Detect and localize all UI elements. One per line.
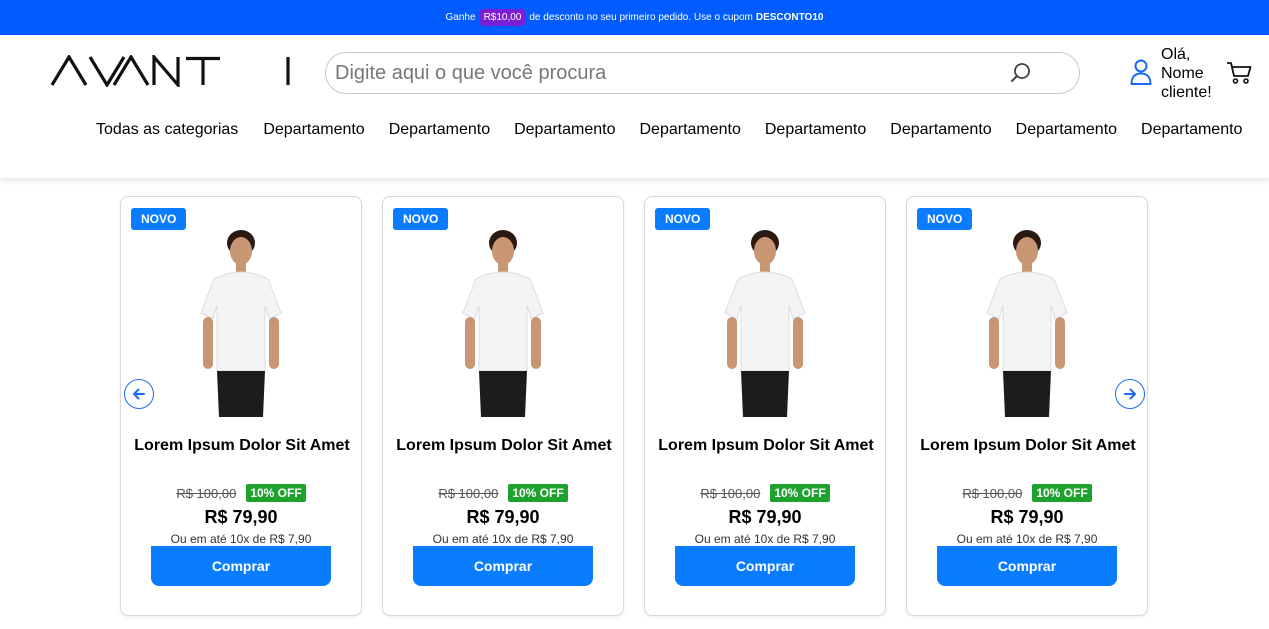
installments-text: Ou em até 10x de R$ 7,90 xyxy=(170,532,312,546)
promo-coupon: DESCONTO10 xyxy=(755,12,824,23)
carousel-next-button[interactable] xyxy=(1115,379,1145,409)
user-greeting: Olá, Nome cliente! xyxy=(1161,46,1212,101)
product-card[interactable]: NOVO Lorem Ipsum Dolor Sit Amet R$ 100,0… xyxy=(644,196,886,616)
current-price: R$ 79,90 xyxy=(204,507,278,527)
search-input[interactable] xyxy=(335,61,995,85)
product-title[interactable]: Lorem Ipsum Dolor Sit Amet xyxy=(393,437,615,455)
nav-item-department[interactable]: Departamento xyxy=(1129,121,1254,139)
price-row: R$ 100,00 10% OFF xyxy=(121,484,361,502)
installments-text: Ou em até 10x de R$ 7,90 xyxy=(956,532,1098,546)
buy-button[interactable]: Comprar xyxy=(937,546,1117,586)
nav-item-all-categories[interactable]: Todas as categorias xyxy=(84,121,251,139)
product-card[interactable]: NOVO Lorem Ipsum Dolor Sit Amet R$ 100,0… xyxy=(120,196,362,616)
carousel-prev-button[interactable] xyxy=(124,379,154,409)
discount-badge: 10% OFF xyxy=(770,484,830,502)
new-badge: NOVO xyxy=(393,208,449,230)
new-badge: NOVO xyxy=(655,208,711,230)
old-price: R$ 100,00 xyxy=(962,485,1023,501)
price-row: R$ 100,00 10% OFF xyxy=(907,484,1147,502)
nav-item-department[interactable]: Departamento xyxy=(502,121,627,139)
promo-bar: Ganhe R$10,00 de desconto no seu primeir… xyxy=(0,0,1269,35)
old-price: R$ 100,00 xyxy=(700,485,761,501)
search-bar xyxy=(325,52,1080,94)
arrow-left-icon xyxy=(133,388,145,400)
buy-button[interactable]: Comprar xyxy=(151,546,331,586)
user-icon xyxy=(1130,59,1152,85)
installments-text: Ou em até 10x de R$ 7,90 xyxy=(694,532,836,546)
new-badge: NOVO xyxy=(131,208,187,230)
old-price: R$ 100,00 xyxy=(438,485,499,501)
nav-item-department[interactable]: Departamento xyxy=(753,121,878,139)
product-card[interactable]: NOVO Lorem Ipsum Dolor Sit Amet R$ 100,0… xyxy=(906,196,1148,616)
current-price: R$ 79,90 xyxy=(990,507,1064,527)
user-account[interactable]: Olá, Nome cliente! xyxy=(1130,45,1221,102)
nav-item-department[interactable]: Departamento xyxy=(627,121,752,139)
product-image[interactable] xyxy=(715,221,815,417)
buy-button[interactable]: Comprar xyxy=(413,546,593,586)
nav-item-department[interactable]: Departamento xyxy=(251,121,376,139)
new-badge: NOVO xyxy=(917,208,973,230)
discount-badge: 10% OFF xyxy=(1032,484,1092,502)
department-nav: Todas as categorias Departamento Departa… xyxy=(84,121,1254,139)
product-carousel: ; NOVO Lorem Ipsum Dolor Sit Amet R$ 100… xyxy=(0,178,1269,629)
old-price: R$ 100,00 xyxy=(176,485,237,501)
promo-middle: de desconto no seu primeiro pedido. Use … xyxy=(529,12,753,23)
product-title[interactable]: Lorem Ipsum Dolor Sit Amet xyxy=(655,437,877,455)
product-image[interactable] xyxy=(191,221,291,417)
nav-item-department[interactable]: Departamento xyxy=(878,121,1003,139)
current-price: R$ 79,90 xyxy=(466,507,540,527)
product-card[interactable]: NOVO Lorem Ipsum Dolor Sit Amet R$ 100,0… xyxy=(382,196,624,616)
installments-text: Ou em até 10x de R$ 7,90 xyxy=(432,532,574,546)
avanti-logo[interactable] xyxy=(50,55,294,87)
product-image[interactable] xyxy=(453,221,553,417)
price-row: R$ 100,00 10% OFF xyxy=(383,484,623,502)
promo-amount-badge: R$10,00 xyxy=(479,9,526,26)
current-price: R$ 79,90 xyxy=(728,507,802,527)
product-title[interactable]: Lorem Ipsum Dolor Sit Amet xyxy=(131,437,353,455)
product-image[interactable] xyxy=(977,221,1077,417)
discount-badge: 10% OFF xyxy=(508,484,568,502)
buy-button[interactable]: Comprar xyxy=(675,546,855,586)
nav-item-department[interactable]: Departamento xyxy=(1004,121,1129,139)
search-icon[interactable] xyxy=(1009,61,1033,85)
header: Olá, Nome cliente! Todas as categorias D… xyxy=(0,35,1269,178)
price-row: R$ 100,00 10% OFF xyxy=(645,484,885,502)
product-title[interactable]: Lorem Ipsum Dolor Sit Amet xyxy=(917,437,1139,455)
cart-icon[interactable] xyxy=(1226,61,1252,85)
promo-prefix: Ganhe xyxy=(445,12,476,23)
discount-badge: 10% OFF xyxy=(246,484,306,502)
nav-item-department[interactable]: Departamento xyxy=(377,121,502,139)
arrow-right-icon xyxy=(1124,388,1136,400)
